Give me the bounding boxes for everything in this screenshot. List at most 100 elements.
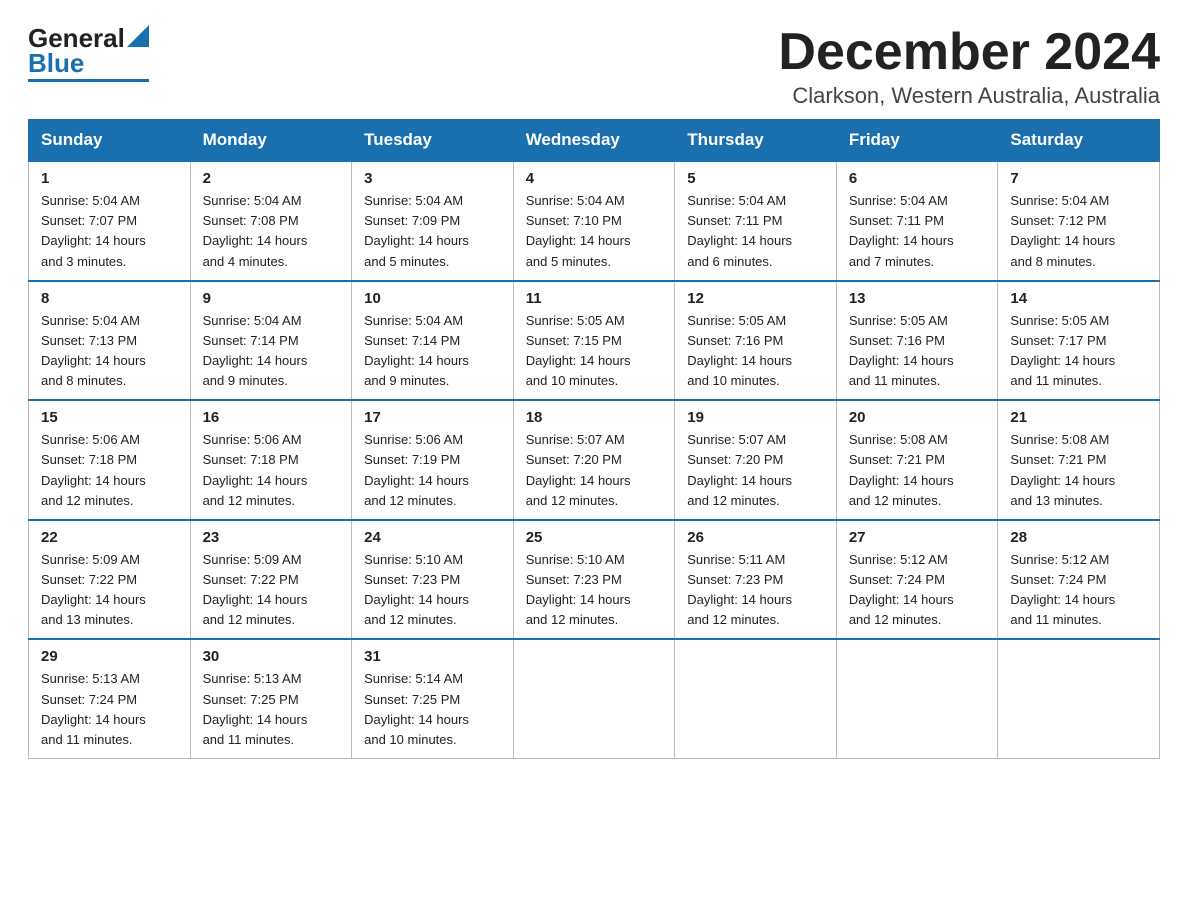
day-info: Sunrise: 5:04 AMSunset: 7:11 PMDaylight:… <box>849 193 954 268</box>
title-block: December 2024 Clarkson, Western Australi… <box>778 24 1160 109</box>
day-info: Sunrise: 5:04 AMSunset: 7:13 PMDaylight:… <box>41 313 146 388</box>
calendar-day-cell: 3 Sunrise: 5:04 AMSunset: 7:09 PMDayligh… <box>352 161 514 281</box>
calendar-day-cell: 6 Sunrise: 5:04 AMSunset: 7:11 PMDayligh… <box>836 161 998 281</box>
day-number: 16 <box>203 409 342 426</box>
calendar-week-row: 15 Sunrise: 5:06 AMSunset: 7:18 PMDaylig… <box>29 400 1160 520</box>
day-info: Sunrise: 5:04 AMSunset: 7:07 PMDaylight:… <box>41 193 146 268</box>
calendar-day-cell: 21 Sunrise: 5:08 AMSunset: 7:21 PMDaylig… <box>998 400 1160 520</box>
calendar-day-cell <box>675 639 837 758</box>
calendar-day-cell: 10 Sunrise: 5:04 AMSunset: 7:14 PMDaylig… <box>352 281 514 401</box>
day-number: 29 <box>41 648 180 665</box>
day-number: 14 <box>1010 290 1149 307</box>
calendar-day-cell: 12 Sunrise: 5:05 AMSunset: 7:16 PMDaylig… <box>675 281 837 401</box>
day-info: Sunrise: 5:09 AMSunset: 7:22 PMDaylight:… <box>41 552 146 627</box>
day-number: 5 <box>687 170 826 187</box>
page-wrapper: General Blue December 2024 Clarkson, Wes… <box>0 0 1188 779</box>
col-saturday: Saturday <box>998 120 1160 162</box>
day-info: Sunrise: 5:05 AMSunset: 7:17 PMDaylight:… <box>1010 313 1115 388</box>
calendar-day-cell: 28 Sunrise: 5:12 AMSunset: 7:24 PMDaylig… <box>998 520 1160 640</box>
day-number: 21 <box>1010 409 1149 426</box>
calendar-day-cell: 15 Sunrise: 5:06 AMSunset: 7:18 PMDaylig… <box>29 400 191 520</box>
day-number: 6 <box>849 170 988 187</box>
calendar-week-row: 29 Sunrise: 5:13 AMSunset: 7:24 PMDaylig… <box>29 639 1160 758</box>
day-info: Sunrise: 5:04 AMSunset: 7:08 PMDaylight:… <box>203 193 308 268</box>
calendar-day-cell: 27 Sunrise: 5:12 AMSunset: 7:24 PMDaylig… <box>836 520 998 640</box>
day-number: 12 <box>687 290 826 307</box>
day-number: 17 <box>364 409 503 426</box>
day-number: 19 <box>687 409 826 426</box>
col-tuesday: Tuesday <box>352 120 514 162</box>
calendar-day-cell: 4 Sunrise: 5:04 AMSunset: 7:10 PMDayligh… <box>513 161 675 281</box>
day-info: Sunrise: 5:04 AMSunset: 7:10 PMDaylight:… <box>526 193 631 268</box>
calendar-body: 1 Sunrise: 5:04 AMSunset: 7:07 PMDayligh… <box>29 161 1160 758</box>
calendar-day-cell: 5 Sunrise: 5:04 AMSunset: 7:11 PMDayligh… <box>675 161 837 281</box>
col-friday: Friday <box>836 120 998 162</box>
month-title: December 2024 <box>778 24 1160 81</box>
calendar-header-row: Sunday Monday Tuesday Wednesday Thursday… <box>29 120 1160 162</box>
calendar-day-cell: 8 Sunrise: 5:04 AMSunset: 7:13 PMDayligh… <box>29 281 191 401</box>
calendar-week-row: 1 Sunrise: 5:04 AMSunset: 7:07 PMDayligh… <box>29 161 1160 281</box>
calendar-day-cell: 7 Sunrise: 5:04 AMSunset: 7:12 PMDayligh… <box>998 161 1160 281</box>
day-info: Sunrise: 5:04 AMSunset: 7:12 PMDaylight:… <box>1010 193 1115 268</box>
logo: General Blue <box>28 24 149 82</box>
calendar-day-cell: 25 Sunrise: 5:10 AMSunset: 7:23 PMDaylig… <box>513 520 675 640</box>
day-info: Sunrise: 5:08 AMSunset: 7:21 PMDaylight:… <box>849 432 954 507</box>
day-info: Sunrise: 5:10 AMSunset: 7:23 PMDaylight:… <box>364 552 469 627</box>
day-number: 25 <box>526 529 665 546</box>
day-info: Sunrise: 5:13 AMSunset: 7:24 PMDaylight:… <box>41 671 146 746</box>
day-number: 30 <box>203 648 342 665</box>
calendar-day-cell: 23 Sunrise: 5:09 AMSunset: 7:22 PMDaylig… <box>190 520 352 640</box>
day-info: Sunrise: 5:04 AMSunset: 7:14 PMDaylight:… <box>203 313 308 388</box>
day-number: 13 <box>849 290 988 307</box>
calendar-day-cell: 29 Sunrise: 5:13 AMSunset: 7:24 PMDaylig… <box>29 639 191 758</box>
day-number: 7 <box>1010 170 1149 187</box>
day-number: 20 <box>849 409 988 426</box>
logo-text-blue: Blue <box>28 49 84 78</box>
day-info: Sunrise: 5:05 AMSunset: 7:16 PMDaylight:… <box>849 313 954 388</box>
calendar-day-cell: 31 Sunrise: 5:14 AMSunset: 7:25 PMDaylig… <box>352 639 514 758</box>
calendar-day-cell: 26 Sunrise: 5:11 AMSunset: 7:23 PMDaylig… <box>675 520 837 640</box>
day-info: Sunrise: 5:07 AMSunset: 7:20 PMDaylight:… <box>687 432 792 507</box>
col-thursday: Thursday <box>675 120 837 162</box>
day-info: Sunrise: 5:06 AMSunset: 7:19 PMDaylight:… <box>364 432 469 507</box>
day-info: Sunrise: 5:09 AMSunset: 7:22 PMDaylight:… <box>203 552 308 627</box>
col-sunday: Sunday <box>29 120 191 162</box>
day-number: 10 <box>364 290 503 307</box>
calendar-day-cell: 19 Sunrise: 5:07 AMSunset: 7:20 PMDaylig… <box>675 400 837 520</box>
day-info: Sunrise: 5:11 AMSunset: 7:23 PMDaylight:… <box>687 552 792 627</box>
calendar-day-cell <box>513 639 675 758</box>
day-number: 4 <box>526 170 665 187</box>
col-wednesday: Wednesday <box>513 120 675 162</box>
calendar-day-cell: 16 Sunrise: 5:06 AMSunset: 7:18 PMDaylig… <box>190 400 352 520</box>
calendar-day-cell: 14 Sunrise: 5:05 AMSunset: 7:17 PMDaylig… <box>998 281 1160 401</box>
day-number: 28 <box>1010 529 1149 546</box>
col-monday: Monday <box>190 120 352 162</box>
calendar-day-cell: 18 Sunrise: 5:07 AMSunset: 7:20 PMDaylig… <box>513 400 675 520</box>
day-number: 27 <box>849 529 988 546</box>
day-info: Sunrise: 5:06 AMSunset: 7:18 PMDaylight:… <box>203 432 308 507</box>
day-number: 3 <box>364 170 503 187</box>
calendar-day-cell: 2 Sunrise: 5:04 AMSunset: 7:08 PMDayligh… <box>190 161 352 281</box>
calendar-day-cell <box>998 639 1160 758</box>
day-number: 1 <box>41 170 180 187</box>
day-number: 8 <box>41 290 180 307</box>
day-info: Sunrise: 5:05 AMSunset: 7:15 PMDaylight:… <box>526 313 631 388</box>
day-info: Sunrise: 5:12 AMSunset: 7:24 PMDaylight:… <box>849 552 954 627</box>
header: General Blue December 2024 Clarkson, Wes… <box>28 24 1160 109</box>
calendar-day-cell: 30 Sunrise: 5:13 AMSunset: 7:25 PMDaylig… <box>190 639 352 758</box>
day-info: Sunrise: 5:10 AMSunset: 7:23 PMDaylight:… <box>526 552 631 627</box>
calendar-week-row: 22 Sunrise: 5:09 AMSunset: 7:22 PMDaylig… <box>29 520 1160 640</box>
calendar-day-cell: 11 Sunrise: 5:05 AMSunset: 7:15 PMDaylig… <box>513 281 675 401</box>
day-info: Sunrise: 5:04 AMSunset: 7:14 PMDaylight:… <box>364 313 469 388</box>
calendar-day-cell: 1 Sunrise: 5:04 AMSunset: 7:07 PMDayligh… <box>29 161 191 281</box>
day-number: 26 <box>687 529 826 546</box>
day-info: Sunrise: 5:04 AMSunset: 7:09 PMDaylight:… <box>364 193 469 268</box>
day-info: Sunrise: 5:04 AMSunset: 7:11 PMDaylight:… <box>687 193 792 268</box>
day-number: 18 <box>526 409 665 426</box>
logo-underline <box>28 79 149 82</box>
calendar-day-cell: 20 Sunrise: 5:08 AMSunset: 7:21 PMDaylig… <box>836 400 998 520</box>
calendar-table: Sunday Monday Tuesday Wednesday Thursday… <box>28 119 1160 759</box>
day-number: 15 <box>41 409 180 426</box>
day-info: Sunrise: 5:13 AMSunset: 7:25 PMDaylight:… <box>203 671 308 746</box>
calendar-day-cell: 24 Sunrise: 5:10 AMSunset: 7:23 PMDaylig… <box>352 520 514 640</box>
